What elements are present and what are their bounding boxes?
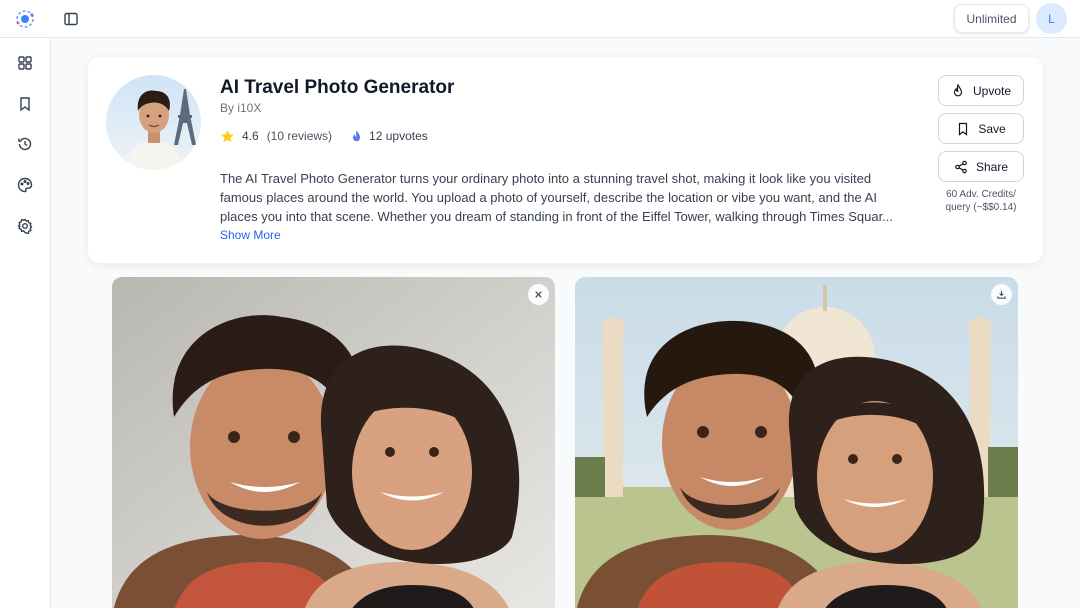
credit-cost-line: 60 Adv. Credits/ [946, 189, 1016, 200]
upvote-count: 12 upvotes [369, 129, 428, 143]
rating-value: 4.6 [242, 129, 259, 143]
credit-cost-line: query (~$$0.14) [945, 202, 1017, 213]
plan-button[interactable]: Unlimited [954, 4, 1029, 33]
remove-photo-button[interactable] [528, 284, 549, 305]
description-line: The AI Travel Photo Generator turns your… [220, 171, 872, 186]
flame-outline-icon [953, 83, 963, 96]
share-icon [955, 160, 967, 173]
description-line: places you into that scene. Whether you … [220, 209, 894, 224]
avatar[interactable]: L [1036, 3, 1067, 34]
orbit-logo-icon[interactable] [15, 9, 35, 29]
share-label: Share [975, 159, 1009, 174]
bookmark-icon [20, 97, 30, 112]
rail-item-apps[interactable] [16, 54, 34, 72]
show-more-link[interactable]: Show More [220, 228, 281, 242]
credit-cost: 60 Adv. Credits/ query (~$$0.14) [936, 188, 1026, 214]
settings-icon [17, 218, 33, 235]
bookmark-icon [959, 122, 968, 136]
download-photo-button[interactable] [991, 284, 1012, 305]
description-line: famous places around the world. You uplo… [220, 190, 877, 205]
palette-icon [17, 177, 33, 193]
rail-item-settings[interactable] [16, 217, 34, 235]
share-button[interactable]: Share [938, 151, 1024, 182]
flame-icon [353, 129, 361, 142]
rail-item-saved[interactable] [16, 95, 34, 113]
star-icon [221, 129, 234, 142]
rail-item-history[interactable] [16, 135, 34, 153]
input-photo[interactable] [112, 277, 555, 608]
upvote-button[interactable]: Upvote [938, 75, 1024, 106]
output-photo[interactable] [575, 277, 1018, 608]
rating-row: 4.6 (10 reviews) 12 upvotes [220, 128, 428, 144]
review-count[interactable]: (10 reviews) [267, 129, 332, 143]
history-icon [18, 137, 32, 151]
upvote-label: Upvote [972, 83, 1012, 98]
top-bar: Unlimited L [0, 0, 1080, 38]
save-button[interactable]: Save [938, 113, 1024, 144]
tool-card: AI Travel Photo Generator By i10X 4.6 (1… [88, 57, 1043, 263]
download-icon [997, 290, 1006, 299]
save-label: Save [978, 121, 1006, 136]
grid-icon [18, 56, 32, 70]
main-content: AI Travel Photo Generator By i10X 4.6 (1… [51, 38, 1080, 608]
tool-description: The AI Travel Photo Generator turns your… [220, 169, 920, 226]
rail-item-creative[interactable] [16, 176, 34, 194]
sidebar-toggle-icon[interactable] [63, 11, 79, 27]
tool-thumbnail [106, 75, 201, 170]
tool-author[interactable]: By i10X [220, 101, 261, 115]
close-icon [535, 291, 542, 298]
left-rail [0, 38, 51, 608]
tool-title: AI Travel Photo Generator [220, 77, 455, 98]
